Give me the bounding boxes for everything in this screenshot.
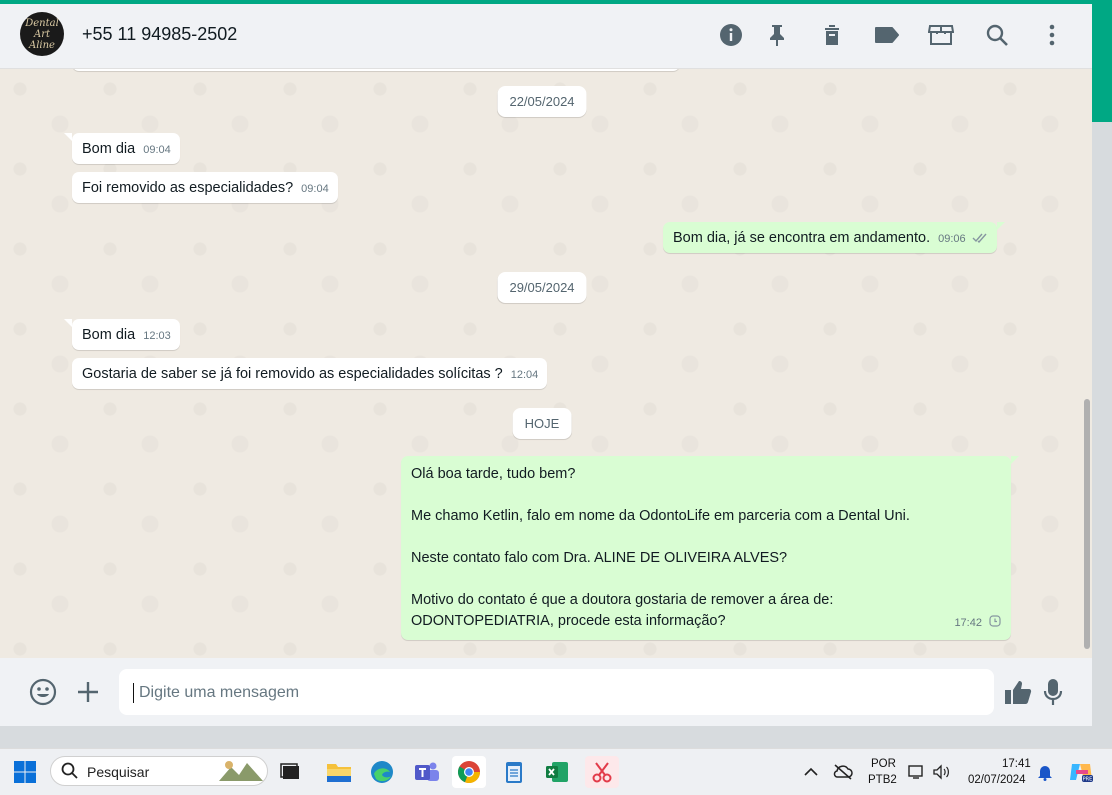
message-list[interactable]: 22/05/2024 Bom dia 09:04 Foi removido as …: [0, 69, 1092, 658]
network-icon[interactable]: [906, 756, 928, 788]
message-time: 09:04: [143, 144, 171, 156]
notification-bell-icon[interactable]: [1034, 756, 1056, 788]
date-divider: HOJE: [512, 408, 572, 439]
clock-time[interactable]: 17:41: [1002, 758, 1031, 770]
message-text: Bom dia: [82, 327, 136, 343]
message-time: 09:04: [301, 183, 329, 195]
svg-text:PRE: PRE: [1083, 777, 1093, 783]
cloud-offline-icon[interactable]: [830, 756, 856, 788]
task-view-icon[interactable]: [274, 756, 308, 788]
attach-plus-icon[interactable]: [73, 677, 103, 707]
message-incoming[interactable]: Gostaria de saber se já foi removido as …: [72, 358, 548, 389]
windows-taskbar: Pesquisar POR PTB2 17:41 02/07/2024 PRE: [0, 748, 1112, 795]
message-text: Gostaria de saber se já foi removido as …: [82, 366, 503, 382]
teams-icon[interactable]: [410, 756, 444, 788]
message-text: Bom dia: [82, 141, 136, 157]
volume-icon[interactable]: [930, 756, 952, 788]
message-input[interactable]: [137, 669, 981, 717]
info-icon[interactable]: [718, 22, 744, 48]
delete-icon[interactable]: [819, 22, 845, 48]
double-check-icon: [972, 233, 987, 244]
message-time: 17:42: [954, 617, 982, 629]
chevron-up-icon[interactable]: [800, 756, 822, 788]
notepad-icon[interactable]: [497, 756, 531, 788]
message-incoming[interactable]: Bom dia 09:04: [64, 133, 180, 164]
copilot-icon[interactable]: PRE: [1066, 756, 1096, 788]
excel-icon[interactable]: [540, 756, 574, 788]
search-icon: [61, 762, 78, 779]
file-explorer-icon[interactable]: [322, 756, 356, 788]
search-highlight-icon: [219, 761, 263, 781]
window-right-accent: [1092, 0, 1112, 122]
message-incoming[interactable]: Bom dia 12:03: [64, 319, 180, 350]
message-time: 09:06: [938, 233, 966, 245]
message-line: Me chamo Ketlin, falo em nome da OdontoL…: [411, 508, 910, 524]
previous-message-edge: [72, 69, 680, 71]
message-incoming[interactable]: Foi removido as especialidades? 09:04: [72, 172, 338, 203]
composer: [0, 658, 1092, 726]
input-language[interactable]: POR: [871, 758, 896, 770]
date-divider: 29/05/2024: [497, 272, 587, 303]
search-icon[interactable]: [984, 22, 1010, 48]
whatsapp-window: Dental Art Aline +55 11 94985-2502 22/05…: [0, 4, 1092, 726]
message-text: Foi removido as especialidades?: [82, 180, 294, 196]
chrome-icon[interactable]: [452, 756, 486, 788]
text-caret: [133, 683, 134, 703]
message-time: 12:04: [510, 369, 539, 381]
snipping-tool-icon[interactable]: [585, 756, 619, 788]
pin-icon[interactable]: [764, 22, 790, 48]
message-line: Motivo do contato é que a doutora gostar…: [411, 592, 834, 629]
avatar-logo-text: Dental Art Aline: [25, 17, 59, 51]
windows-start-icon[interactable]: [8, 756, 42, 788]
contact-name[interactable]: +55 11 94985-2502: [82, 24, 237, 45]
chat-scrollbar[interactable]: [1083, 69, 1091, 658]
keyboard-layout[interactable]: PTB2: [868, 774, 897, 786]
clock-pending-icon: [989, 615, 1001, 627]
message-time: 12:03: [143, 330, 171, 342]
emoji-icon[interactable]: [28, 677, 58, 707]
microphone-icon[interactable]: [1038, 677, 1068, 707]
store-icon[interactable]: [928, 22, 954, 48]
taskbar-search[interactable]: Pesquisar: [50, 756, 268, 786]
clock-date[interactable]: 02/07/2024: [968, 774, 1026, 786]
message-outgoing[interactable]: Olá boa tarde, tudo bem? Me chamo Ketlin…: [401, 456, 1019, 640]
menu-icon[interactable]: [1039, 22, 1065, 48]
message-input-box[interactable]: [119, 669, 994, 717]
scrollbar-thumb[interactable]: [1084, 399, 1090, 649]
label-icon[interactable]: [874, 22, 900, 48]
thumbs-up-icon[interactable]: [1003, 677, 1033, 707]
edge-icon[interactable]: [365, 756, 399, 788]
message-line: Olá boa tarde, tudo bem?: [411, 466, 576, 482]
chat-header: Dental Art Aline +55 11 94985-2502: [0, 4, 1092, 69]
message-outgoing[interactable]: Bom dia, já se encontra em andamento. 09:…: [663, 222, 1005, 253]
search-label: Pesquisar: [87, 764, 150, 780]
avatar[interactable]: Dental Art Aline: [20, 12, 64, 56]
message-text: Bom dia, já se encontra em andamento.: [673, 230, 931, 246]
message-line: Neste contato falo com Dra. ALINE DE OLI…: [411, 550, 788, 566]
date-divider: 22/05/2024: [497, 86, 587, 117]
